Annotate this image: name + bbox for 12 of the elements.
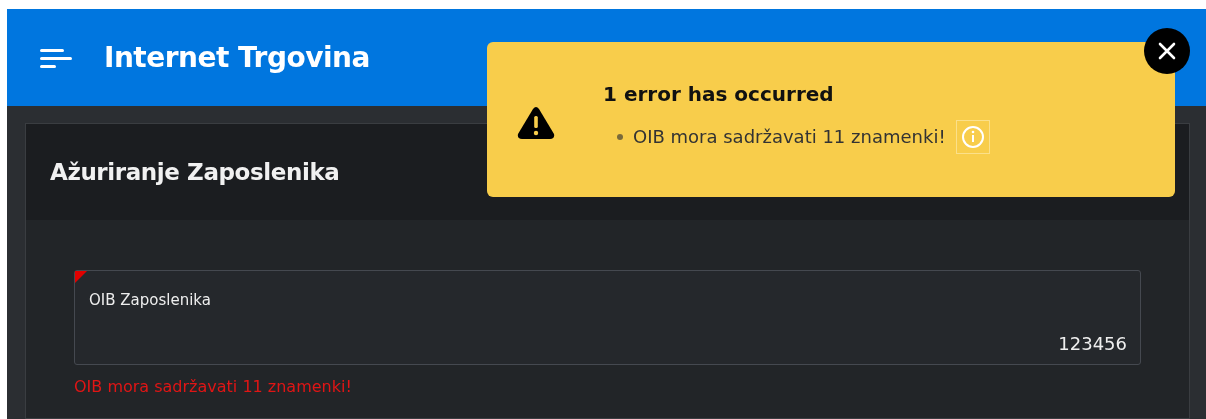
input-field[interactable]: OIB Zaposlenika 123456	[74, 270, 1141, 365]
warning-icon	[517, 105, 555, 140]
close-icon	[1157, 41, 1177, 61]
toast-message: OIB mora sadržavati 11 znamenki!	[633, 126, 946, 147]
toast-title: 1 error has occurred	[603, 81, 835, 106]
menu-icon[interactable]	[40, 48, 74, 69]
field-value: 123456	[1058, 333, 1127, 354]
card-title: Ažuriranje Zaposlenika	[50, 159, 340, 185]
field-label: OIB Zaposlenika	[89, 291, 211, 309]
bullet-icon	[617, 133, 623, 140]
error-message: OIB mora sadržavati 11 znamenki!	[74, 377, 352, 396]
app-title: Internet Trgovina	[104, 41, 370, 74]
